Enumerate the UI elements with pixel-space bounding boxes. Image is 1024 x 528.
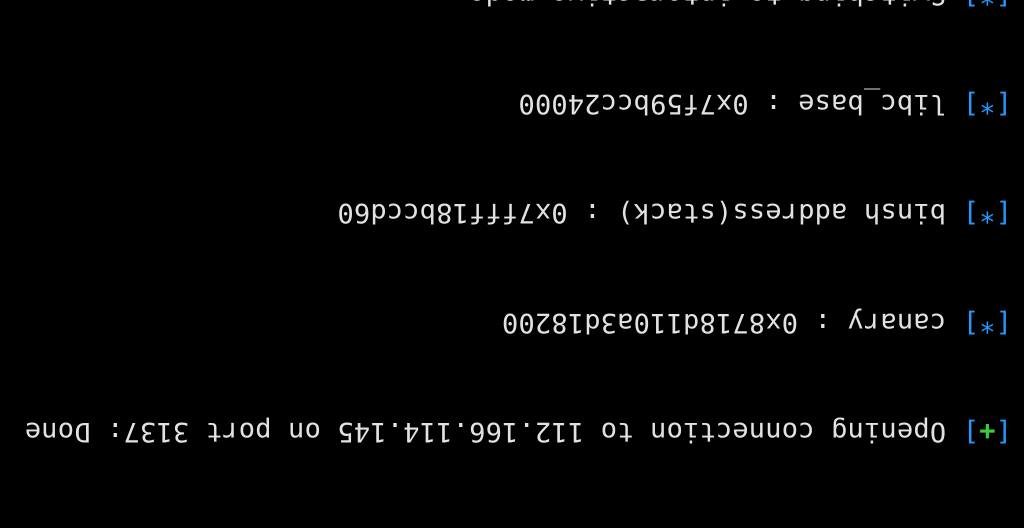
bracket-open: [ xyxy=(996,416,1012,447)
bracket-open: [ xyxy=(996,88,1012,119)
plus-icon: + xyxy=(979,416,995,447)
info-line-libc: [*] libc_base : 0x7f59bcc24000 xyxy=(12,85,1012,121)
info-text: Switching to interactive mode xyxy=(469,0,946,10)
star-icon: * xyxy=(979,307,995,338)
bracket-open: [ xyxy=(996,0,1012,10)
star-icon: * xyxy=(979,0,995,10)
star-icon: * xyxy=(979,198,995,229)
bracket-close: ] xyxy=(963,198,979,229)
status-text: Opening connection to 112.166.114.145 on… xyxy=(25,416,947,447)
bracket-close: ] xyxy=(963,416,979,447)
bracket-open: [ xyxy=(996,198,1012,229)
info-line-interactive: [*] Switching to interactive mode xyxy=(12,0,1012,12)
info-line-canary: [*] canary : 0x8718d110a3d18200 xyxy=(12,303,1012,339)
info-line-binsh: [*] binsh address(stack) : 0x7fff18bccd6… xyxy=(12,194,1012,230)
bracket-close: ] xyxy=(963,307,979,338)
info-text: libc_base : 0x7f59bcc24000 xyxy=(518,88,946,119)
status-line-connection: [+] Opening connection to 112.166.114.14… xyxy=(12,413,1012,449)
terminal-output: [+] Opening connection to 112.166.114.14… xyxy=(0,0,1024,528)
info-text: canary : 0x8718d110a3d18200 xyxy=(502,307,946,338)
star-icon: * xyxy=(979,88,995,119)
bracket-close: ] xyxy=(963,0,979,10)
info-text: binsh address(stack) : 0x7fff18bccd60 xyxy=(337,198,946,229)
bracket-open: [ xyxy=(996,307,1012,338)
bracket-close: ] xyxy=(963,88,979,119)
